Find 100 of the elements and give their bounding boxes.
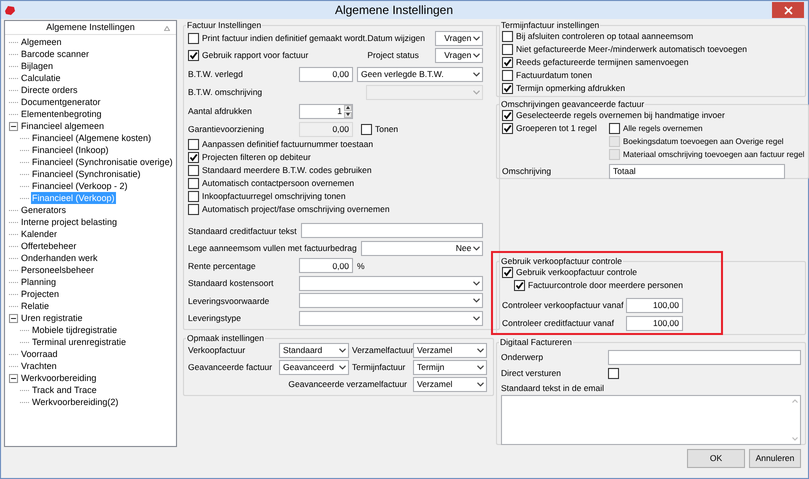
checkbox-label: Aanpassen definitief factuurnummer toestaan	[202, 140, 374, 149]
spin-down-button[interactable]	[344, 112, 352, 118]
tree-item[interactable]: Track and Trace	[31, 384, 98, 396]
tree-item[interactable]: Kalender	[20, 228, 58, 240]
field-label: Verkoopfactuur	[188, 346, 246, 355]
field-label: Onderwerp	[501, 352, 544, 362]
group-title: Opmaak instellingen	[186, 333, 266, 343]
number-field[interactable]: 100,00	[626, 316, 683, 330]
tree-item[interactable]: Voorraad	[20, 348, 59, 360]
tree-item[interactable]: Projecten	[20, 288, 60, 300]
chevron-down-icon	[473, 316, 480, 321]
checkbox[interactable]	[502, 267, 513, 278]
collapse-icon[interactable]	[9, 122, 18, 130]
tree-item[interactable]: Personeelsbeheer	[20, 264, 96, 276]
checkbox[interactable]	[502, 83, 513, 94]
checkbox[interactable]	[502, 44, 513, 55]
field-label: Geavanceerde factuur	[188, 363, 274, 372]
checkbox[interactable]	[188, 139, 199, 150]
dropdown[interactable]: Standaard	[279, 343, 349, 358]
dialog-button[interactable]: Annuleren	[749, 449, 801, 468]
tree-item[interactable]: Generators	[20, 204, 68, 216]
tree-item[interactable]: Financieel (Synchronisatie)	[31, 168, 142, 180]
tree-item[interactable]: Offertebeheer	[20, 240, 78, 252]
dialog-button[interactable]: OK	[687, 449, 745, 468]
checkbox[interactable]	[502, 31, 513, 42]
checkbox[interactable]	[188, 178, 199, 189]
checkbox[interactable]	[609, 123, 620, 134]
checkbox-label: Alle regels overnemen	[623, 124, 703, 132]
collapse-icon[interactable]	[9, 374, 18, 382]
number-field[interactable]: 0,00	[299, 258, 353, 274]
field-label: Lege aanneemsom vullen met factuurbedrag	[188, 244, 357, 252]
dropdown[interactable]: Nee	[360, 240, 484, 256]
tree-item[interactable]: Onderhanden werk	[20, 252, 99, 264]
tree-item[interactable]: Financieel (Verkoop - 2)	[31, 180, 129, 192]
dropdown[interactable]: Vragen	[435, 48, 484, 63]
tree-item[interactable]: Financieel (Synchronisatie overige)	[31, 156, 174, 168]
tree-item[interactable]: Financieel (Algemene kosten)	[31, 132, 152, 144]
checkbox[interactable]	[502, 70, 513, 81]
tree-item[interactable]: Elementenbegroting	[20, 108, 103, 120]
checkbox[interactable]	[188, 204, 199, 215]
tree-item[interactable]: Vrachten	[20, 360, 58, 372]
checkbox[interactable]	[188, 32, 199, 44]
checkbox[interactable]	[188, 50, 199, 61]
tree-item[interactable]: Interne project belasting	[20, 216, 118, 228]
field-label: Verzamelfactuur	[351, 346, 413, 355]
chevron-down-icon	[473, 53, 480, 58]
dropdown[interactable]: Vragen	[435, 30, 484, 46]
close-button[interactable]	[772, 2, 804, 18]
input-field[interactable]	[608, 350, 801, 364]
tree-item[interactable]: Werkvoorbereiding	[20, 372, 98, 384]
dropdown[interactable]: Verzamel	[413, 343, 487, 358]
tree-item[interactable]: Werkvoorbereiding(2)	[31, 396, 120, 408]
dropdown[interactable]: Geavanceerd	[279, 360, 349, 375]
checkbox-label: Factuurcontrole door meerdere personen	[528, 281, 683, 290]
checkbox-label: Niet gefactureerde Meer-/minderwerk automatisch toevoegen	[516, 45, 748, 54]
checkbox[interactable]	[514, 280, 525, 291]
dropdown[interactable]: Termijn	[413, 360, 487, 375]
spin-up-button[interactable]	[344, 104, 352, 110]
tree-item[interactable]: Terminal urenregistratie	[31, 336, 128, 348]
checkbox[interactable]	[502, 57, 513, 68]
checkbox-label: Inkoopfactuurregel omschrijving tonen	[202, 192, 346, 201]
tree-item[interactable]: Algemeen	[20, 36, 63, 48]
checkbox[interactable]	[188, 152, 199, 163]
tree-item[interactable]: Financieel algemeen	[20, 120, 106, 132]
collapse-icon[interactable]	[9, 314, 18, 322]
dropdown[interactable]: Geen verlegde B.T.W.	[357, 66, 484, 82]
number-field[interactable]: 0,00	[299, 66, 353, 82]
input-field[interactable]	[300, 223, 484, 238]
tree-item[interactable]: Documentgenerator	[20, 96, 102, 108]
checkbox[interactable]	[188, 165, 199, 176]
input-field[interactable]: Totaal	[609, 164, 785, 178]
checkbox-label: Materiaal omschrijving toevoegen aan factuur regel	[623, 150, 804, 158]
tree-item[interactable]: Relatie	[20, 300, 50, 312]
field-label: Project status	[367, 51, 420, 60]
checkbox[interactable]	[188, 191, 199, 202]
checkbox[interactable]	[608, 368, 619, 379]
tree-item[interactable]: Uren registratie	[20, 312, 84, 324]
field-label: Controleer verkoopfactuur vanaf	[502, 300, 624, 310]
tree-item[interactable]: Planning	[20, 276, 58, 288]
field-label: Standaard creditfactuur tekst	[188, 226, 297, 235]
dropdown[interactable]: Verzamel	[413, 377, 487, 392]
tree-item[interactable]: Financieel (Inkoop)	[31, 144, 110, 156]
checkbox[interactable]	[502, 110, 513, 121]
chevron-down-icon	[339, 365, 346, 370]
tree-header[interactable]: Algemene Instellingen	[5, 21, 176, 35]
number-field[interactable]: 100,00	[626, 298, 683, 312]
chevron-down-icon	[477, 382, 484, 387]
window-title: Algemene Instellingen	[334, 4, 454, 16]
field-label: Datum wijzigen	[367, 34, 426, 42]
tree-item[interactable]: Calculatie	[20, 72, 62, 84]
tree-item[interactable]: Barcode scanner	[20, 48, 90, 60]
tree-item[interactable]: Directe orders	[20, 84, 79, 96]
group-title: Termijnfactuur instellingen	[500, 20, 600, 30]
number-field[interactable]: 1	[299, 104, 353, 118]
tree-item[interactable]: Mobiele tijdregistratie	[31, 324, 118, 336]
triangle-down-icon	[346, 113, 350, 116]
tree-item[interactable]: Bijlagen	[20, 60, 54, 72]
checkbox[interactable]	[502, 123, 513, 134]
checkbox-label: Bij afsluiten controleren op totaal aanneemsom	[516, 32, 694, 41]
chevron-down-icon	[473, 298, 480, 304]
